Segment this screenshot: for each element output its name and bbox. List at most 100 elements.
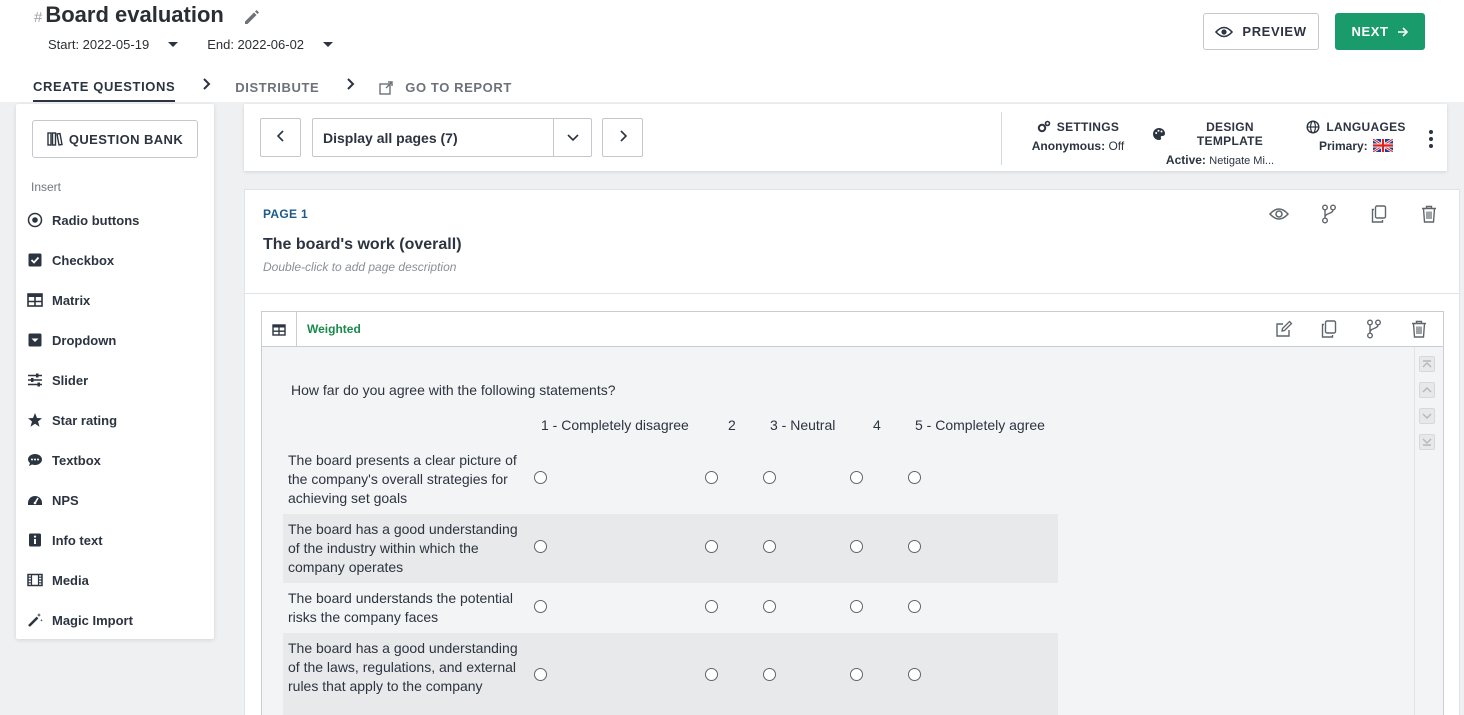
matrix-row: The board has a good understanding of th… (283, 633, 1058, 715)
weighted-tag: Weighted (307, 322, 361, 336)
tab-go-to-report[interactable]: GO TO REPORT (379, 73, 512, 102)
page-divider (245, 293, 1459, 294)
insert-item-label: Info text (52, 532, 103, 548)
more-options-icon[interactable] (1426, 130, 1436, 148)
languages-heading: LANGUAGES (1306, 120, 1405, 134)
gears-icon (1037, 120, 1051, 134)
insert-list: Radio buttons Checkbox Matrix Dropdown S… (27, 200, 139, 640)
insert-star-rating[interactable]: Star rating (27, 400, 139, 440)
settings-title: SETTINGS (1056, 120, 1120, 134)
start-date-dropdown[interactable]: Start: 2022-05-19 (48, 37, 179, 52)
matrix-radio[interactable] (534, 668, 547, 681)
next-page-button[interactable] (602, 118, 643, 157)
move-up-icon[interactable] (1419, 382, 1435, 398)
trash-icon[interactable] (1409, 319, 1429, 339)
matrix-radio[interactable] (705, 471, 718, 484)
matrix-radio[interactable] (908, 471, 921, 484)
matrix-row-label: The board presents a clear picture of th… (288, 452, 517, 506)
insert-textbox[interactable]: Textbox (27, 440, 139, 480)
matrix-radio[interactable] (534, 471, 547, 484)
matrix-radio[interactable] (705, 668, 718, 681)
film-icon (27, 572, 43, 588)
star-icon (27, 412, 43, 428)
matrix-icon (27, 292, 43, 308)
insert-nps[interactable]: NPS (27, 480, 139, 520)
tab-distribute[interactable]: DISTRIBUTE (235, 73, 319, 102)
settings-control[interactable]: SETTINGS Anonymous: Off (1030, 120, 1126, 153)
next-label: NEXT (1351, 24, 1389, 39)
matrix-radio[interactable] (763, 668, 776, 681)
page-toolbar: Display all pages (7) SETTINGS Anonymous… (244, 104, 1447, 171)
tab-create-questions[interactable]: CREATE QUESTIONS (33, 73, 176, 102)
insert-media[interactable]: Media (27, 560, 139, 600)
trash-icon[interactable] (1419, 204, 1439, 224)
survey-title[interactable]: Board evaluation (45, 2, 223, 28)
question-text[interactable]: How far do you agree with the following … (291, 382, 616, 398)
move-to-bottom-icon[interactable] (1419, 434, 1435, 450)
insert-item-label: Matrix (52, 292, 91, 308)
matrix-radio[interactable] (908, 540, 921, 553)
insert-sidebar: QUESTION BANK Insert Radio buttons Check… (16, 104, 214, 639)
arrow-right-icon (1397, 26, 1409, 38)
end-date-dropdown[interactable]: End: 2022-06-02 (207, 37, 334, 52)
matrix-radio[interactable] (534, 540, 547, 553)
date-row: Start: 2022-05-19 End: 2022-06-02 (48, 37, 334, 52)
insert-item-label: Dropdown (52, 332, 117, 348)
previous-page-button[interactable] (260, 118, 301, 157)
languages-control[interactable]: LANGUAGES Primary: (1306, 120, 1405, 154)
move-to-top-icon[interactable] (1419, 356, 1435, 372)
copy-icon[interactable] (1319, 319, 1339, 339)
insert-item-label: Slider (52, 372, 89, 388)
matrix-radio[interactable] (908, 668, 921, 681)
matrix-radio[interactable] (850, 540, 863, 553)
page-actions (1239, 204, 1439, 224)
move-down-icon[interactable] (1419, 408, 1435, 424)
page-title[interactable]: The board's work (overall) (263, 236, 462, 254)
insert-checkbox[interactable]: Checkbox (27, 240, 139, 280)
books-icon (47, 132, 63, 146)
matrix-radio[interactable] (850, 471, 863, 484)
matrix-radio[interactable] (705, 540, 718, 553)
design-template-control[interactable]: DESIGN TEMPLATE Active: Netigate Mi... (1152, 120, 1288, 167)
languages-status: Primary: (1308, 137, 1404, 154)
insert-radio-buttons[interactable]: Radio buttons (27, 200, 139, 240)
copy-icon[interactable] (1369, 204, 1389, 224)
branch-icon[interactable] (1319, 204, 1339, 224)
eye-icon[interactable] (1269, 204, 1289, 224)
magic-wand-icon (27, 612, 43, 628)
chevron-right-icon (202, 77, 212, 90)
page-description-placeholder[interactable]: Double-click to add page description (263, 260, 456, 274)
preview-button[interactable]: PREVIEW (1203, 13, 1319, 50)
insert-magic-import[interactable]: Magic Import (27, 600, 139, 640)
matrix-row: The board presents a clear picture of th… (283, 448, 1058, 514)
matrix-radio[interactable] (908, 600, 921, 613)
insert-item-label: NPS (52, 492, 79, 508)
edit-icon[interactable] (1274, 319, 1294, 339)
question-bank-button[interactable]: QUESTION BANK (32, 120, 198, 158)
matrix-column-header: 2 (728, 417, 736, 433)
question-bank-label: QUESTION BANK (68, 131, 184, 147)
matrix-radio[interactable] (705, 600, 718, 613)
matrix-radio[interactable] (763, 471, 776, 484)
uk-flag-icon (1372, 137, 1394, 154)
insert-slider[interactable]: Slider (27, 360, 139, 400)
matrix-radio[interactable] (763, 540, 776, 553)
insert-matrix[interactable]: Matrix (27, 280, 139, 320)
settings-value: Off (1108, 139, 1125, 153)
header: # Board evaluation Start: 2022-05-19 End… (0, 0, 1464, 102)
matrix-radio[interactable] (850, 668, 863, 681)
pencil-icon[interactable] (242, 7, 262, 27)
matrix-radio[interactable] (763, 600, 776, 613)
title-row: # Board evaluation (34, 2, 262, 28)
page-select-value: Display all pages (7) (323, 129, 458, 146)
branch-icon[interactable] (1364, 319, 1384, 339)
matrix-radio[interactable] (850, 600, 863, 613)
next-button[interactable]: NEXT (1335, 13, 1425, 50)
external-link-icon (379, 80, 393, 95)
insert-info-text[interactable]: Info text (27, 520, 139, 560)
checkbox-icon (27, 252, 43, 268)
insert-dropdown[interactable]: Dropdown (27, 320, 139, 360)
page-select-dropdown[interactable]: Display all pages (7) (312, 118, 592, 157)
chevron-left-icon (276, 129, 286, 147)
matrix-radio[interactable] (534, 600, 547, 613)
